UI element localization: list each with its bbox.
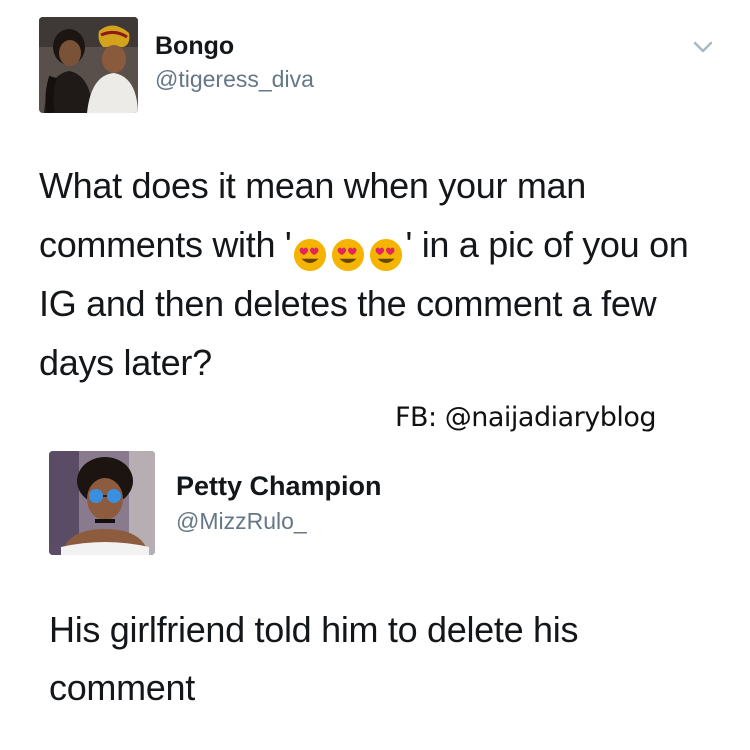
author-name[interactable]: Petty Champion [176, 471, 382, 502]
heart-eyes-emoji-icon [332, 239, 365, 272]
author-handle[interactable]: @MizzRulo_ [176, 508, 307, 535]
chevron-down-icon[interactable] [692, 38, 714, 56]
author-handle[interactable]: @tigeress_diva [155, 66, 314, 93]
author-name[interactable]: Bongo [155, 32, 234, 61]
heart-eyes-emoji-icon [370, 239, 403, 272]
avatar[interactable] [39, 17, 138, 113]
watermark: FB: @naijadiaryblog [395, 402, 657, 433]
tweet-text: His girlfriend told him to delete his co… [49, 609, 579, 708]
heart-eyes-emoji-icon [294, 239, 327, 272]
emoji-group [291, 223, 405, 272]
tweet-text: What does it mean when your man comments… [39, 156, 719, 392]
avatar[interactable] [49, 451, 155, 555]
